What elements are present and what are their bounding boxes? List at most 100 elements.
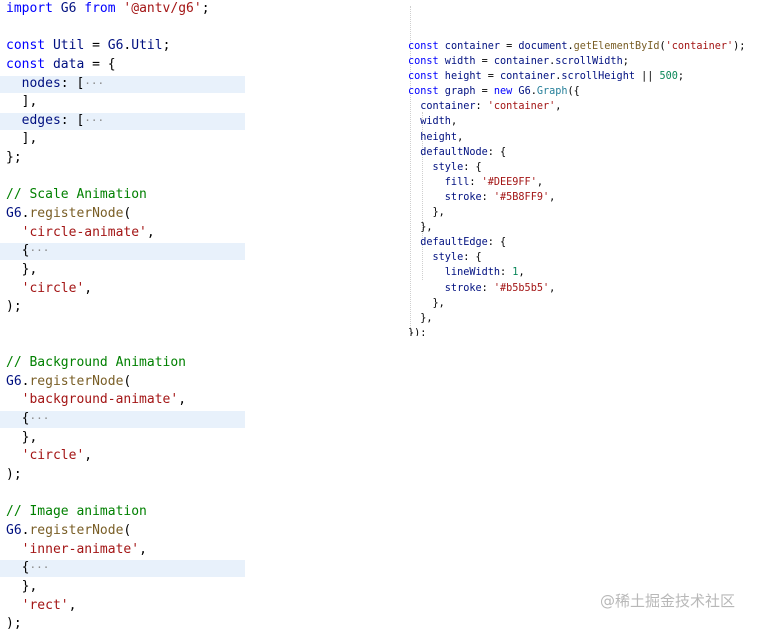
right-code-line[interactable]: });: [402, 326, 747, 336]
left-code-line[interactable]: );: [0, 615, 250, 634]
code-token: =: [500, 41, 519, 52]
left-code-line[interactable]: const data = {: [0, 56, 250, 75]
left-code-line[interactable]: 'background-animate',: [0, 391, 250, 410]
left-code-line[interactable]: },: [0, 429, 250, 448]
code-token: data: [45, 56, 85, 72]
left-code-line[interactable]: ],: [0, 93, 250, 112]
code-token: ;: [201, 1, 210, 16]
left-code-line[interactable]: [0, 19, 250, 38]
code-token: {: [6, 560, 30, 576]
left-code-line[interactable]: },: [0, 578, 250, 597]
code-token: },: [408, 312, 433, 324]
left-code-line[interactable]: [0, 485, 250, 504]
left-code-line[interactable]: G6.registerNode(: [0, 373, 250, 392]
left-code-line[interactable]: // Background Animation: [0, 354, 250, 373]
code-token: // Scale Animation: [6, 187, 147, 203]
left-code-line[interactable]: };: [0, 149, 250, 168]
code-token: : [: [60, 112, 85, 128]
left-code-editor[interactable]: import G6 from '@antv/g6'; const Util = G…: [0, 0, 250, 634]
left-code-line[interactable]: ],: [0, 130, 250, 149]
left-code-line[interactable]: const Util = G6.Util;: [0, 37, 250, 56]
left-code-line[interactable]: G6.registerNode(: [0, 522, 250, 541]
left-code-line[interactable]: edges: [···: [0, 112, 250, 131]
left-code-line[interactable]: );: [0, 466, 250, 485]
code-token: ,: [146, 224, 155, 240]
code-token: 'background-animate': [21, 392, 179, 408]
code-token: ,: [139, 541, 147, 557]
code-token: ,: [518, 267, 525, 279]
code-token: );: [6, 299, 22, 315]
left-code-line[interactable]: 'circle-animate',: [0, 224, 250, 243]
code-token: },: [6, 578, 38, 594]
left-code-line[interactable]: G6.registerNode(: [0, 205, 250, 224]
left-code-line[interactable]: [0, 168, 250, 187]
left-code-line[interactable]: 'inner-animate',: [0, 541, 250, 560]
code-token: );: [733, 41, 746, 52]
fold-ellipsis-button[interactable]: ···: [29, 561, 49, 574]
code-token: // Image animation: [6, 504, 147, 520]
code-token: G6: [512, 86, 531, 98]
right-code-line[interactable]: },: [402, 296, 747, 311]
left-code-line[interactable]: [0, 336, 250, 355]
left-code-line[interactable]: // Image animation: [0, 503, 250, 522]
code-token: (: [123, 373, 132, 389]
code-token: : {: [487, 237, 507, 249]
right-code-line[interactable]: defaultEdge: {: [402, 235, 747, 250]
left-code-line[interactable]: // Scale Animation: [0, 186, 250, 205]
right-code-line[interactable]: lineWidth: 1,: [402, 265, 747, 280]
right-code-line[interactable]: style: {: [402, 250, 747, 265]
right-code-line[interactable]: const graph = new G6.Graph({: [402, 84, 747, 99]
code-token: registerNode: [29, 373, 124, 389]
right-code-line[interactable]: const height = container.scrollHeight ||…: [402, 69, 747, 84]
code-token: :: [481, 191, 494, 203]
left-code-line[interactable]: [0, 317, 250, 336]
code-token: registerNode: [29, 522, 124, 538]
code-token: container: [408, 101, 476, 113]
left-code-line[interactable]: import G6 from '@antv/g6';: [0, 0, 250, 19]
code-token: height: [438, 71, 482, 83]
right-code-line[interactable]: },: [402, 311, 747, 326]
code-token: ({: [567, 86, 580, 98]
code-token: =: [475, 56, 494, 68]
right-code-line[interactable]: const width = container.scrollWidth;: [402, 54, 747, 69]
right-code-line[interactable]: container: 'container',: [402, 99, 747, 114]
left-code-line[interactable]: 'circle',: [0, 447, 250, 466]
right-code-line[interactable]: const container = document.getElementByI…: [402, 39, 747, 54]
left-code-line[interactable]: },: [0, 261, 250, 280]
left-code-line[interactable]: 'rect',: [0, 597, 250, 616]
code-token: ,: [84, 280, 93, 296]
left-code-line[interactable]: 'circle',: [0, 280, 250, 299]
left-code-line[interactable]: {···: [0, 559, 250, 578]
left-code-line[interactable]: );: [0, 298, 250, 317]
fold-ellipsis-button[interactable]: ···: [84, 77, 104, 90]
left-code-line[interactable]: {···: [0, 242, 250, 261]
left-code-line[interactable]: nodes: [···: [0, 75, 250, 94]
code-token: {: [6, 243, 30, 259]
right-code-line[interactable]: stroke: '#5B8FF9',: [402, 190, 747, 205]
code-token: : {: [463, 252, 482, 264]
code-token: edges: [6, 112, 61, 128]
right-code-line[interactable]: },: [402, 205, 747, 220]
code-token: const: [408, 86, 439, 98]
fold-ellipsis-button[interactable]: ···: [84, 114, 104, 127]
right-code-line[interactable]: fill: '#DEE9FF',: [402, 175, 747, 190]
code-token: :: [475, 101, 488, 113]
code-token: scrollWidth: [555, 56, 623, 68]
left-code-line[interactable]: {···: [0, 410, 250, 429]
code-token: container: [493, 56, 550, 68]
right-code-line[interactable]: width,: [402, 114, 747, 129]
right-code-line[interactable]: style: {: [402, 160, 747, 175]
right-code-line[interactable]: defaultNode: {: [402, 145, 747, 160]
code-token: G6: [6, 206, 22, 222]
right-code-line[interactable]: height,: [402, 130, 747, 145]
code-token: '#5B8FF9': [493, 191, 550, 203]
right-code-line[interactable]: stroke: '#b5b5b5',: [402, 281, 747, 296]
right-code-editor[interactable]: const container = document.getElementByI…: [402, 6, 747, 336]
fold-ellipsis-button[interactable]: ···: [29, 412, 49, 425]
code-token: :: [500, 267, 513, 279]
code-token: style: [408, 252, 464, 264]
code-token: ,: [84, 448, 93, 464]
fold-ellipsis-button[interactable]: ···: [29, 244, 49, 257]
right-code-line[interactable]: },: [402, 220, 747, 235]
